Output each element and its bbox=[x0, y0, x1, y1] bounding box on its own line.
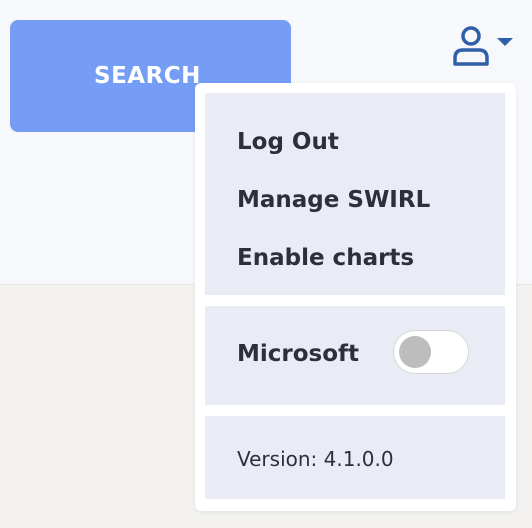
user-icon bbox=[453, 26, 489, 66]
user-menu-toggle[interactable] bbox=[444, 20, 518, 70]
manage-swirl-menu-item[interactable]: Manage SWIRL bbox=[237, 187, 430, 213]
user-dropdown-menu: Log Out Manage SWIRL Enable charts Micro… bbox=[195, 83, 516, 511]
caret-down-icon bbox=[497, 38, 513, 46]
microsoft-toggle-switch[interactable] bbox=[393, 330, 469, 374]
menu-links-section: Log Out Manage SWIRL Enable charts bbox=[205, 93, 505, 295]
microsoft-toggle-section: Microsoft bbox=[205, 306, 505, 405]
enable-charts-menu-item[interactable]: Enable charts bbox=[237, 245, 414, 271]
version-section: Version: 4.1.0.0 bbox=[205, 416, 505, 499]
toggle-knob bbox=[399, 336, 431, 368]
version-text: Version: 4.1.0.0 bbox=[237, 447, 394, 471]
log-out-menu-item[interactable]: Log Out bbox=[237, 129, 339, 155]
microsoft-toggle-label: Microsoft bbox=[237, 341, 360, 367]
